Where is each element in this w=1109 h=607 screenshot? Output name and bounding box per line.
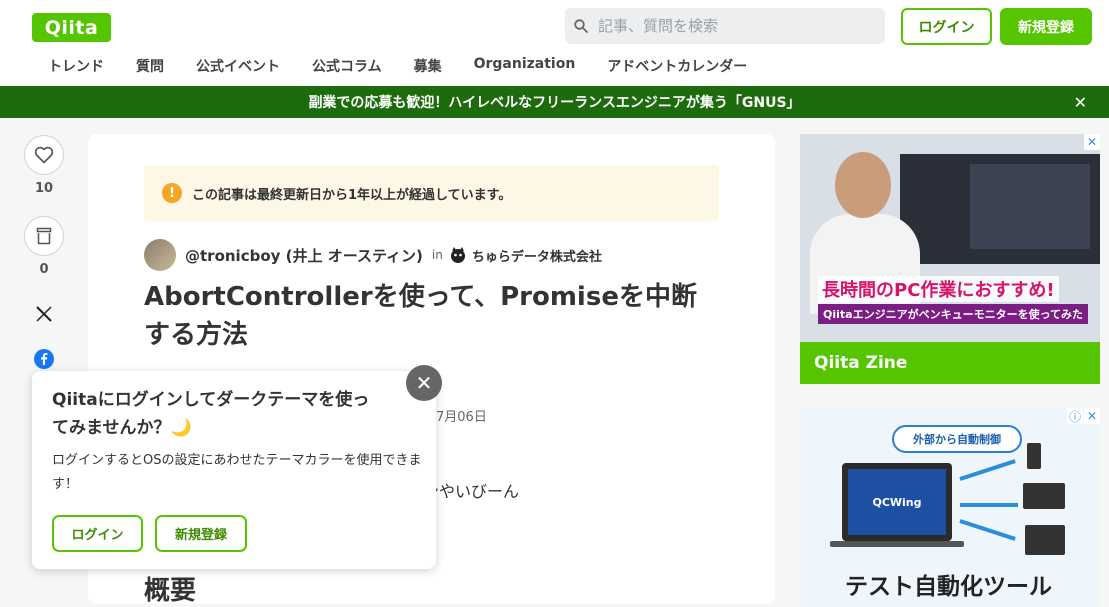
ad-info-icon[interactable]: ⓘ [1067,408,1083,424]
laptop-icon: QCWing [842,463,952,541]
ad-subline: Qiitaエンジニアがベンキューモニターを使ってみた [818,304,1089,324]
stock-count: 0 [39,262,49,277]
article-actions: 10 0 [24,135,64,373]
article-title: AbortControllerを使って、Promiseを中断する方法 [144,282,697,350]
article-body-text: ンやいびーん [423,482,520,501]
author-name[interactable]: @tronicboy (井上 オースティン) [185,245,423,266]
qiita-logo[interactable]: Qiita [32,13,111,42]
ad-close-icon[interactable]: ✕ [1084,408,1100,424]
organization-logo-icon[interactable] [449,246,467,264]
ad-qiita-zine[interactable]: 長時間のPC作業におすすめ! Qiitaエンジニアがベンキューモニターを使ってみ… [800,134,1100,384]
x-icon [36,306,52,322]
article-date: 7月06日 [436,410,487,425]
x-share-button[interactable] [24,305,64,327]
popup-title: Qiitaにログインしてダークテーマを使ってみませんか？🌙 [52,390,370,438]
arrow-icon [959,459,1016,481]
promo-banner[interactable]: 副業での応募も歓迎！ハイレベルなフリーランスエンジニアが集う「GNUS」 ✕ [0,86,1109,118]
laptop-base [830,541,964,547]
outdated-notice: ! この記事は最終更新日から1年以上が経過しています。 [144,165,719,221]
stock-button[interactable] [24,216,64,256]
nav-recruitment[interactable]: 募集 [398,56,458,76]
nav-official-events[interactable]: 公式イベント [180,56,296,76]
ad2-pill: 外部から自動制御 [892,425,1022,453]
ad-person-head [835,152,891,218]
popup-description: ログインするとOSの設定にあわせたテーマカラーを使用できます！ [52,453,422,492]
ad2-product: QCWing [848,469,946,535]
banner-text: 副業での応募も歓迎！ハイレベルなフリーランスエンジニアが集う「GNUS」 [308,95,801,111]
global-nav: トレンド 質問 公式イベント 公式コラム 募集 Organization アドベ… [32,56,763,76]
ad-headline: 長時間のPC作業におすすめ! [818,276,1059,302]
nav-official-columns[interactable]: 公式コラム [296,56,398,76]
ad2-title: テスト自動化ツール [845,574,1052,600]
like-button[interactable] [24,135,64,175]
facebook-share-button[interactable] [24,349,64,373]
section-heading: 概要 [144,576,197,606]
site-header: Qiita ログイン 新規登録 トレンド 質問 公式イベント 公式コラム 募集 … [0,0,1109,86]
heart-icon [34,146,54,164]
search-icon [574,19,588,33]
ad-monitor-image-2 [970,164,1090,249]
desktop-icon [1025,525,1065,555]
ad-brand-bar: Qiita Zine [800,342,1100,384]
close-icon[interactable]: ✕ [1074,93,1087,112]
in-label: in [431,248,443,262]
search-input[interactable] [598,17,868,35]
ad-qcwing[interactable]: 外部から自動制御 QCWing テスト自動化ツール [800,407,1100,607]
warning-icon: ! [162,183,182,203]
signup-button[interactable]: 新規登録 [1000,8,1092,45]
popup-close-button[interactable]: ✕ [406,365,442,401]
nav-questions[interactable]: 質問 [120,56,180,76]
login-button[interactable]: ログイン [901,8,992,45]
search-box[interactable] [565,8,885,44]
popup-login-button[interactable]: ログイン [52,515,143,552]
arrow-icon [959,519,1016,541]
author-avatar[interactable] [144,239,176,271]
notice-text: この記事は最終更新日から1年以上が経過しています。 [192,187,512,203]
close-icon: ✕ [415,371,433,395]
author-line: @tronicboy (井上 オースティン) in ちゅらデータ株式会社 [144,239,602,271]
nav-trend[interactable]: トレンド [32,56,120,76]
arrow-icon [960,503,1018,507]
stock-icon [36,227,52,245]
ad-close-icon[interactable]: ✕ [1084,134,1100,150]
facebook-icon [34,349,54,369]
popup-signup-button[interactable]: 新規登録 [155,515,247,552]
dark-theme-popup: Qiitaにログインしてダークテーマを使ってみませんか？🌙 ログインするとOSの… [32,371,436,569]
like-count: 10 [34,181,54,196]
smartphone-icon [1027,443,1041,469]
nav-organization[interactable]: Organization [458,56,592,76]
monitor-icon [1023,483,1065,509]
organization-name[interactable]: ちゅらデータ株式会社 [472,246,602,265]
nav-advent-calendar[interactable]: アドベントカレンダー [591,56,763,76]
